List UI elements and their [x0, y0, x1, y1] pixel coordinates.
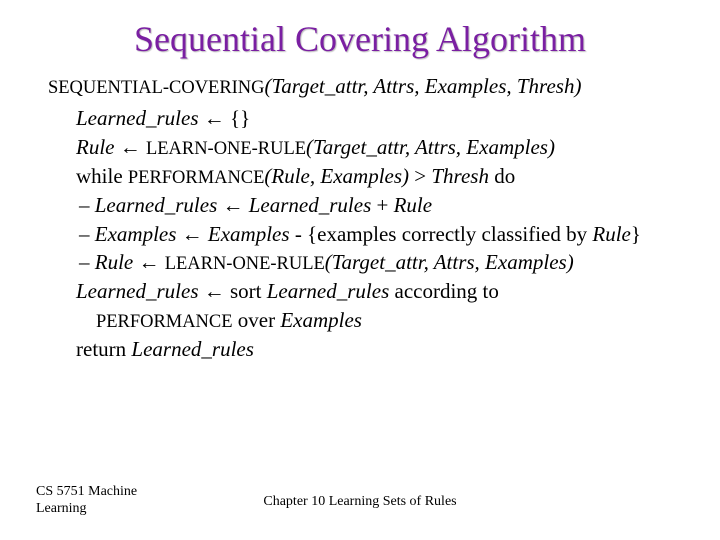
line-init-learned: Learned_rules ← {}: [76, 105, 672, 132]
slide: Sequential Covering Algorithm SEQUENTIAL…: [0, 0, 720, 540]
var-examples: Examples: [280, 308, 362, 332]
function-signature: SEQUENTIAL-COVERING(Target_attr, Attrs, …: [48, 74, 672, 99]
var-learned-rules: Learned_rules: [95, 193, 218, 217]
var-rule: Rule: [76, 135, 114, 159]
text: ←: [114, 135, 146, 159]
var-learned-rules: Learned_rules: [76, 279, 199, 303]
text: over: [233, 308, 281, 332]
text: - {examples correctly classified by: [290, 222, 593, 246]
var-learned-rules: Learned_rules: [267, 279, 390, 303]
fn-name: SEQUENTIAL-COVERING: [48, 77, 264, 97]
line-relearn-rule: Rule ← LEARN-ONE-RULE(Target_attr, Attrs…: [76, 249, 672, 276]
line-while: while PERFORMANCE(Rule, Examples) > Thre…: [76, 163, 672, 190]
line-return: return Learned_rules: [76, 336, 672, 363]
var-rule: Rule: [394, 193, 432, 217]
algorithm-body: Learned_rules ← {} Rule ← LEARN-ONE-RULE…: [48, 105, 672, 363]
text: >: [409, 164, 431, 188]
fn-args: (Rule, Examples): [264, 164, 409, 188]
fn-args: (Target_attr, Attrs, Examples): [325, 250, 574, 274]
var-examples: Examples: [95, 222, 177, 246]
text: ← sort: [199, 279, 267, 303]
line-sort: Learned_rules ← sort Learned_rules accor…: [76, 278, 672, 305]
fn-performance: PERFORMANCE: [128, 167, 265, 187]
text: ← {}: [199, 106, 251, 130]
text: according to: [389, 279, 499, 303]
var-learned-rules: Learned_rules: [249, 193, 372, 217]
text: ←: [133, 250, 165, 274]
line-sort-sub: PERFORMANCE over Examples: [76, 307, 672, 334]
var-thresh: Thresh: [431, 164, 489, 188]
text: ←: [176, 222, 208, 246]
line-update-examples: Examples ← Examples - {examples correctl…: [76, 221, 672, 248]
var-examples: Examples: [208, 222, 290, 246]
kw-return: return: [76, 337, 131, 361]
line-init-rule: Rule ← LEARN-ONE-RULE(Target_attr, Attrs…: [76, 134, 672, 161]
fn-args: (Target_attr, Attrs, Examples, Thresh): [264, 74, 581, 98]
footer-center: Chapter 10 Learning Sets of Rules: [0, 494, 720, 510]
text: +: [371, 193, 393, 217]
text: }: [631, 222, 641, 246]
fn-learn-one-rule: LEARN-ONE-RULE: [165, 253, 325, 273]
fn-args: (Target_attr, Attrs, Examples): [306, 135, 555, 159]
text: ←: [217, 193, 249, 217]
kw-do: do: [489, 164, 515, 188]
var-learned-rules: Learned_rules: [131, 337, 254, 361]
var-rule: Rule: [592, 222, 630, 246]
line-update-learned: Learned_rules ← Learned_rules + Rule: [76, 192, 672, 219]
fn-learn-one-rule: LEARN-ONE-RULE: [146, 138, 306, 158]
var-rule: Rule: [95, 250, 133, 274]
kw-while: while: [76, 164, 128, 188]
fn-performance: PERFORMANCE: [96, 311, 233, 331]
slide-title: Sequential Covering Algorithm: [48, 18, 672, 60]
var-learned-rules: Learned_rules: [76, 106, 199, 130]
